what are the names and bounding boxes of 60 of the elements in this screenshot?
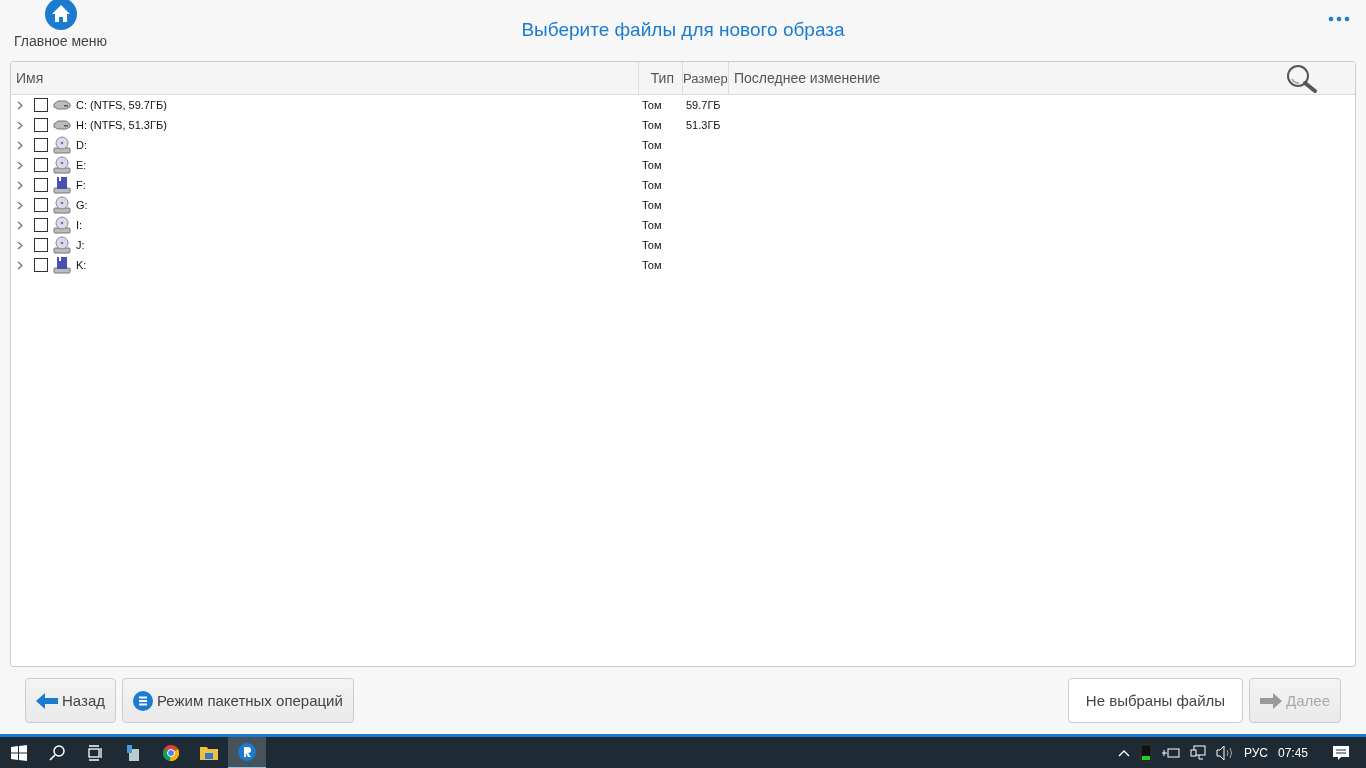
column-header[interactable]: Тип [639,62,683,94]
back-button[interactable]: Назад [25,678,116,723]
home-button[interactable]: Главное меню [14,0,108,49]
size-cell: 51.3ГБ [686,119,721,131]
floppy-drive-icon [53,176,71,194]
type-cell: Том [642,199,662,211]
disc-drive-icon [53,136,71,154]
column-header[interactable]: Последнее изменение [729,62,1355,94]
drive-name: K: [76,259,87,271]
drive-name: G: [76,199,88,211]
column-header[interactable]: Имя [11,62,639,94]
list-icon [133,690,153,711]
drive-name: H: (NTFS, 51.3ГБ) [76,119,167,131]
meter-icon[interactable] [1139,744,1152,762]
checkbox[interactable] [34,178,48,192]
disc-drive-icon [53,156,71,174]
type-cell: Том [642,119,662,131]
battery-icon[interactable] [1161,746,1180,760]
drive-name: D: [76,139,87,151]
type-cell: Том [642,179,662,191]
clock[interactable]: 07:45 [1277,746,1308,760]
language-indicator[interactable]: РУС [1243,746,1268,760]
more-icon[interactable] [1328,16,1350,22]
disc-drive-icon [53,236,71,254]
app-icon[interactable] [228,737,266,768]
drive-name: I: [76,219,83,231]
drive-name: F: [76,179,86,191]
checkbox[interactable] [34,138,48,152]
hard-drive-icon [53,120,71,130]
type-cell: Том [642,259,662,271]
checkbox[interactable] [34,158,48,172]
drive-name: J: [76,239,85,251]
column-header[interactable]: Размер [683,62,729,94]
checkbox[interactable] [34,198,48,212]
caret-up-icon[interactable] [1117,749,1130,757]
type-cell: Том [642,159,662,171]
left-arrow-icon [36,692,58,709]
drive-name: C: (NTFS, 59.7ГБ) [76,99,167,111]
checkbox[interactable] [34,118,48,132]
hard-drive-icon [53,100,71,110]
network-icon[interactable] [1189,745,1206,761]
drive-name: E: [76,159,87,171]
floppy-drive-icon [53,256,71,274]
size-cell: 59.7ГБ [686,99,721,111]
checkbox[interactable] [34,98,48,112]
right-arrow-icon [1260,692,1283,709]
checkbox[interactable] [34,258,48,272]
selection-status-button[interactable]: Не выбраны файлы [1067,678,1244,723]
volume-icon[interactable] [1215,745,1234,761]
notification-icon[interactable] [1332,744,1350,762]
type-cell: Том [642,99,662,111]
search-icon[interactable] [1285,64,1319,94]
batch-mode-button[interactable]: Режим пакетных операций [122,678,354,723]
disc-drive-icon [53,216,71,234]
type-cell: Том [642,219,662,231]
checkbox[interactable] [34,238,48,252]
checkbox[interactable] [34,218,48,232]
type-cell: Том [642,139,662,151]
type-cell: Том [642,239,662,251]
disc-drive-icon [53,196,71,214]
